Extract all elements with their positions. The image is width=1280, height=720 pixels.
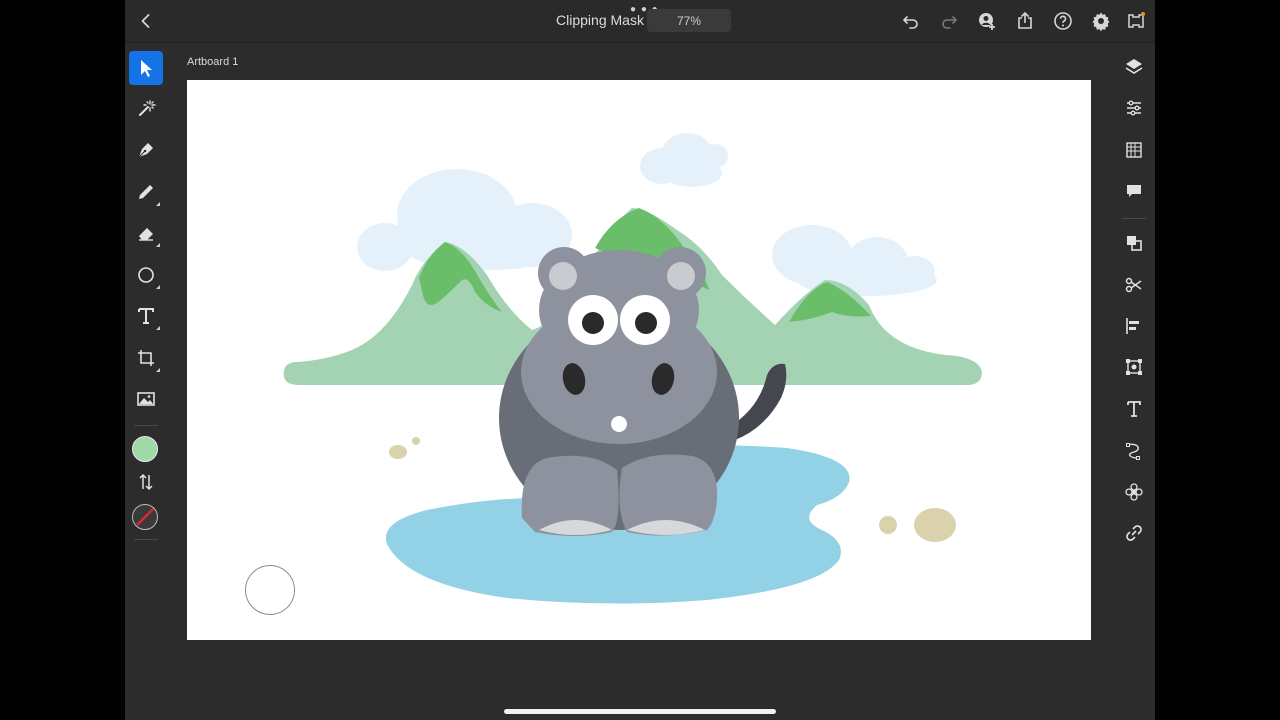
zoom-level[interactable]: 77% <box>647 9 731 32</box>
magic-select-tool[interactable] <box>129 92 163 126</box>
right-toolbar <box>1113 42 1155 720</box>
undo-icon[interactable] <box>898 8 924 34</box>
pathfinder-panel[interactable] <box>1117 226 1151 260</box>
comment-icon <box>1127 185 1141 197</box>
type-t-icon <box>138 308 154 324</box>
links-panel[interactable] <box>1117 516 1151 550</box>
eraser-icon <box>139 228 153 241</box>
swap-arrows-icon <box>139 473 153 491</box>
swap-colors-button[interactable] <box>129 467 163 497</box>
pebble[interactable] <box>879 516 897 534</box>
flyout-indicator <box>156 285 160 289</box>
hippo-ear-inner-right[interactable] <box>667 262 695 290</box>
type-t-icon <box>1127 401 1141 417</box>
toolbar-divider <box>134 425 158 426</box>
link-icon <box>1126 525 1142 541</box>
pebble[interactable] <box>914 508 956 542</box>
pencil-icon <box>139 185 153 199</box>
align-left-icon <box>1126 318 1139 334</box>
path-panel[interactable] <box>1117 433 1151 467</box>
select-tool[interactable] <box>129 51 163 85</box>
gear-icon[interactable] <box>1088 8 1114 34</box>
share-icon[interactable] <box>1012 8 1038 34</box>
crop-icon <box>138 350 154 366</box>
pen-tool[interactable] <box>129 133 163 167</box>
artboard-label[interactable]: Artboard 1 <box>187 56 238 68</box>
transform-panel[interactable] <box>1117 350 1151 384</box>
shape-tool[interactable] <box>129 258 163 292</box>
fill-color-swatch[interactable] <box>132 436 158 462</box>
eraser-tool[interactable] <box>129 216 163 250</box>
sliders-icon <box>1127 100 1141 116</box>
chevron-left-icon[interactable] <box>133 8 159 34</box>
pebble[interactable] <box>412 437 420 445</box>
comments-panel[interactable] <box>1117 174 1151 208</box>
toolbar-divider <box>134 539 158 540</box>
libraries-panel[interactable] <box>1117 133 1151 167</box>
circle-shape-icon <box>138 267 154 283</box>
hippo-illustration[interactable] <box>187 80 1091 640</box>
scissors-tool[interactable] <box>1117 268 1151 302</box>
flyout-indicator <box>156 202 160 206</box>
type-panel[interactable] <box>1117 392 1151 426</box>
layers-icon <box>1125 59 1143 74</box>
flyout-indicator <box>156 326 160 330</box>
bezier-path-icon <box>1126 443 1140 460</box>
scissors-icon <box>1125 277 1142 293</box>
flyout-indicator <box>156 243 160 247</box>
toolbar-divider <box>1122 218 1146 219</box>
flyout-indicator <box>156 368 160 372</box>
arrow-select-icon <box>141 60 152 77</box>
swatches-grid-icon <box>1126 142 1142 158</box>
app-window: ● ● ● Clipping Mask 77% Artboard 1 <box>125 0 1155 720</box>
align-panel[interactable] <box>1117 309 1151 343</box>
top-bar: ● ● ● Clipping Mask 77% <box>125 0 1155 43</box>
artboard[interactable] <box>187 80 1091 640</box>
document-title[interactable]: Clipping Mask <box>545 12 655 28</box>
help-icon[interactable] <box>1050 8 1076 34</box>
text-tool[interactable] <box>129 299 163 333</box>
properties-panel[interactable] <box>1117 91 1151 125</box>
touch-shortcut-circle[interactable] <box>245 565 295 615</box>
stroke-color-swatch[interactable] <box>132 504 158 530</box>
left-toolbar <box>125 42 167 720</box>
hippo-pupil-right <box>635 312 657 334</box>
hippo-ear-inner-left[interactable] <box>549 262 577 290</box>
hippo-pupil-left <box>582 312 604 334</box>
transform-icon <box>1126 359 1142 375</box>
home-indicator[interactable] <box>504 709 776 714</box>
pebble[interactable] <box>389 445 407 459</box>
invite-icon[interactable] <box>974 8 1000 34</box>
crop-tool[interactable] <box>129 341 163 375</box>
pen-nib-icon <box>138 143 153 158</box>
learn-icon[interactable] <box>1123 8 1149 34</box>
effects-flower-icon <box>1125 483 1143 501</box>
overlap-squares-icon <box>1127 236 1142 251</box>
no-stroke-icon <box>135 507 154 526</box>
image-tool[interactable] <box>129 382 163 416</box>
hippo-tooth <box>611 416 627 432</box>
cloud-right[interactable] <box>772 225 937 296</box>
cloud-top[interactable] <box>640 133 728 187</box>
redo-icon[interactable] <box>936 8 962 34</box>
magic-wand-icon <box>139 100 156 116</box>
layers-panel[interactable] <box>1117 50 1151 84</box>
image-icon <box>137 392 155 406</box>
pencil-tool[interactable] <box>129 175 163 209</box>
effects-panel[interactable] <box>1117 475 1151 509</box>
